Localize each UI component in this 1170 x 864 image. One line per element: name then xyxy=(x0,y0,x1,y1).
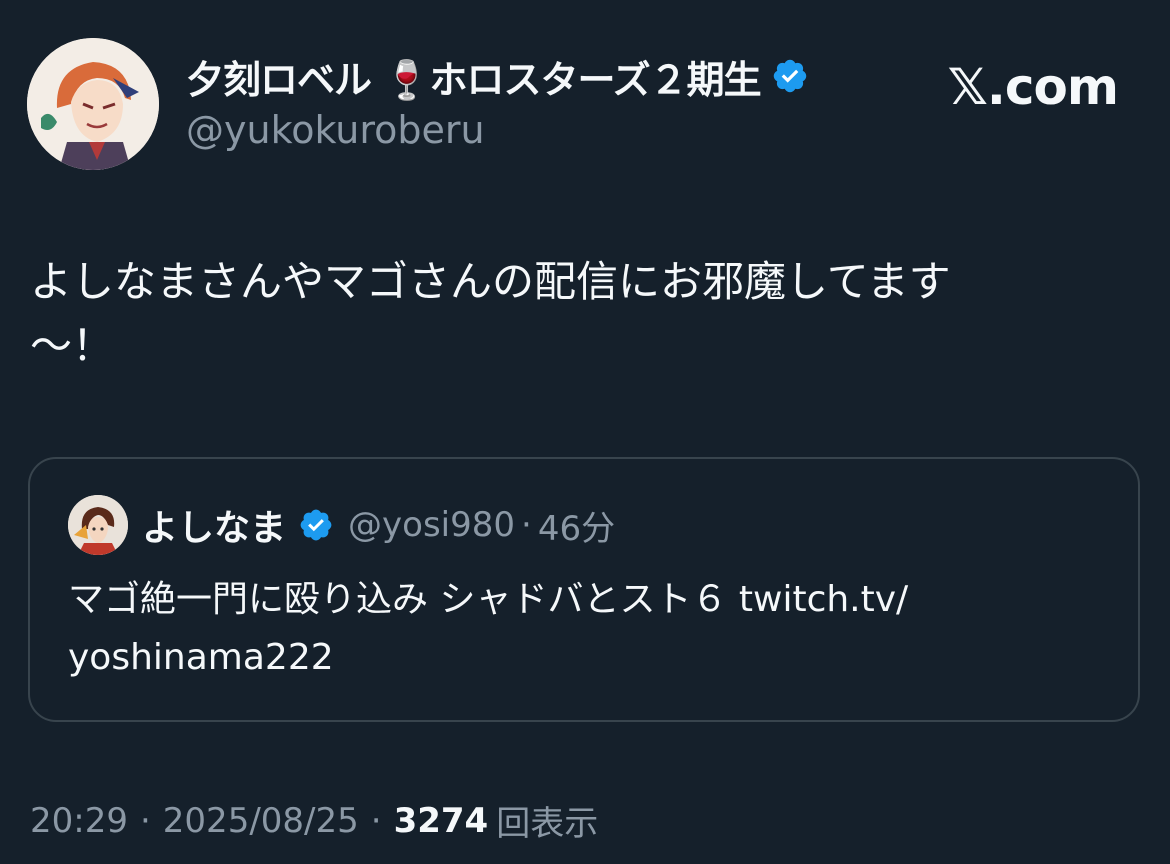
author-display-name[interactable]: 夕刻ロベル 🍷ホロスターズ２期生 xyxy=(186,49,762,104)
avatar-illustration xyxy=(27,38,159,170)
verified-badge-icon xyxy=(773,59,806,93)
tweet-text: よしなまさんやマゴさんの配信にお邪魔してます 〜！ xyxy=(30,250,1120,378)
quoted-tweet-header: よしなま @yosi980 · 46分 xyxy=(142,495,615,555)
avatar-illustration xyxy=(68,495,128,555)
quoted-text-line: yoshinama222 xyxy=(68,637,334,678)
author-handle[interactable]: @yukokuroberu xyxy=(186,108,485,152)
separator-dot: · xyxy=(521,505,532,545)
tweet-meta: 20:29 · 2025/08/25 · 3274 回表示 xyxy=(30,796,598,845)
quoted-tweet-time[interactable]: 46分 xyxy=(538,501,615,550)
quoted-tweet-card[interactable]: よしなま @yosi980 · 46分 マゴ絶一門に殴り込み シャドバとスト６ … xyxy=(28,457,1140,722)
views-label: 回表示 xyxy=(496,804,599,844)
views-count: 3274 xyxy=(393,800,489,841)
tweet-text-line: よしなまさんやマゴさんの配信にお邪魔してます xyxy=(30,257,951,306)
x-logo[interactable]: 𝕏.com xyxy=(948,58,1119,116)
quoted-author-handle[interactable]: @yosi980 xyxy=(348,505,515,545)
separator-dot: · xyxy=(370,800,382,841)
quoted-author-avatar[interactable] xyxy=(68,495,128,555)
author-name-row: 夕刻ロベル 🍷ホロスターズ２期生 xyxy=(186,50,809,102)
author-avatar[interactable] xyxy=(27,38,159,170)
quoted-tweet-text: マゴ絶一門に殴り込み シャドバとスト６ twitch.tv/ yoshinama… xyxy=(68,571,1108,687)
tweet-time[interactable]: 20:29 xyxy=(30,801,128,841)
quoted-text-line: マゴ絶一門に殴り込み シャドバとスト６ twitch.tv/ xyxy=(68,579,909,620)
tweet-text-line: 〜！ xyxy=(30,321,115,370)
tweet-date[interactable]: 2025/08/25 xyxy=(163,801,359,841)
quoted-author-name[interactable]: よしなま xyxy=(142,499,286,551)
separator-dot: · xyxy=(139,800,151,841)
verified-badge-icon xyxy=(300,509,332,541)
